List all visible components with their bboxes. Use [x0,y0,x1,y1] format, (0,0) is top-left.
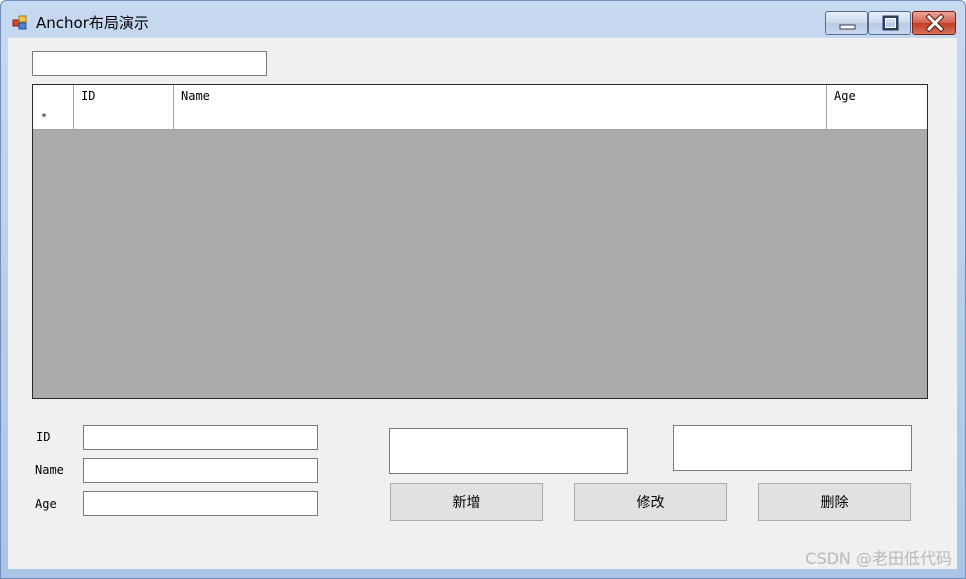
add-button[interactable]: 新增 [390,483,543,521]
id-label: ID [36,430,51,444]
edit-button[interactable]: 修改 [574,483,727,521]
window-title: Anchor布局演示 [36,14,149,32]
extra-textbox-2[interactable] [673,425,912,471]
delete-button[interactable]: 删除 [758,483,911,521]
age-field[interactable] [83,491,318,516]
close-button[interactable] [912,11,956,35]
winforms-app-icon [12,15,27,30]
maximize-button[interactable] [868,11,911,35]
grid-corner-header[interactable] [33,85,74,107]
csdn-watermark: CSDN @老田低代码 [805,549,952,568]
id-field[interactable] [83,425,318,450]
name-label: Name [35,463,64,477]
maximize-icon [882,15,899,31]
close-icon [925,13,945,33]
minimize-button[interactable] [825,11,868,35]
cell-id[interactable] [74,107,174,129]
title-bar[interactable]: Anchor布局演示 [1,1,965,39]
name-field[interactable] [83,458,318,483]
column-header-name[interactable]: Name [174,85,827,107]
new-row-marker-icon: * [41,112,48,123]
column-header-age[interactable]: Age [827,85,927,107]
search-input[interactable] [32,51,267,76]
minimize-icon [839,24,856,30]
window-bottom-frame [1,570,965,579]
row-header[interactable]: * [33,107,74,129]
grid-new-row[interactable]: * [33,107,927,130]
cell-name[interactable] [174,107,827,129]
cell-age[interactable] [827,107,927,129]
data-grid[interactable]: ID Name Age * [32,84,928,399]
column-header-id[interactable]: ID [74,85,174,107]
grid-header-row: ID Name Age [33,85,927,108]
extra-textbox-1[interactable] [389,428,628,474]
age-label: Age [35,497,57,511]
